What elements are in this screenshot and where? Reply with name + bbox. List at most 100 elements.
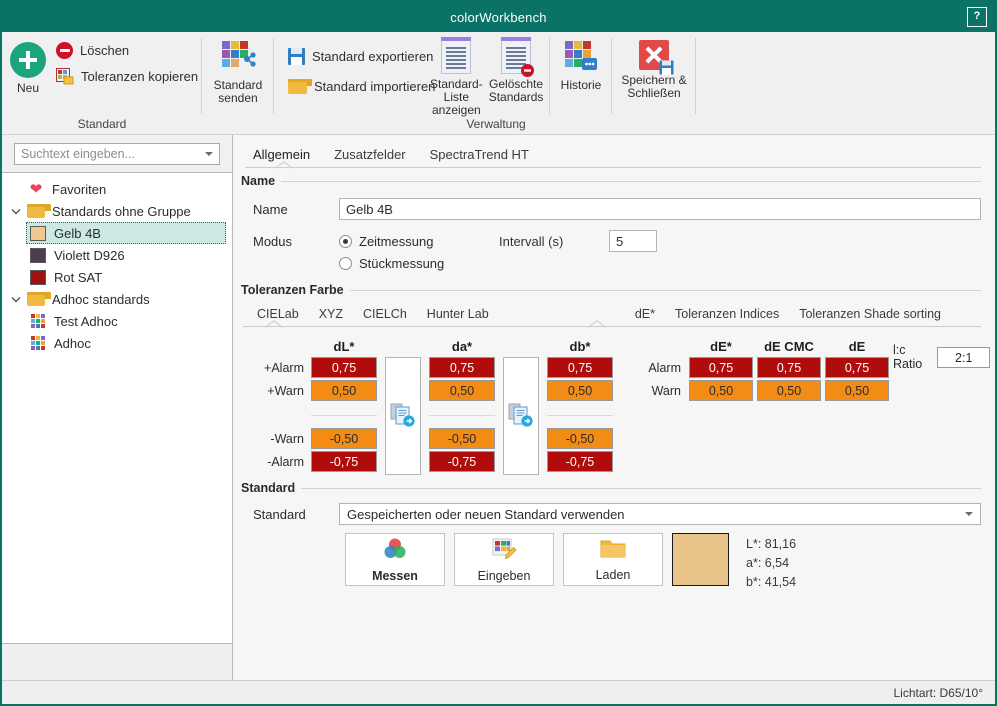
enter-values-button[interactable]: Eingeben <box>454 533 554 586</box>
radio-stueckmessung-label: Stückmessung <box>359 256 444 271</box>
radio-stueckmessung[interactable]: Stückmessung <box>339 256 444 271</box>
tree-item-label: Adhoc <box>54 336 91 351</box>
cell-db-minus-warn[interactable]: -0,50 <box>547 428 613 449</box>
ribbon-group-verwaltung-label: Verwaltung <box>422 117 550 134</box>
tolerance-column-db: db* 0,75 0,50 -0,50 -0,75 <box>547 337 613 474</box>
name-label: Name <box>247 202 339 217</box>
cell-de-star-alarm[interactable]: 0,75 <box>689 357 753 378</box>
column-header-de-cmc: dE CMC <box>757 337 821 357</box>
column-header-de: dE <box>825 337 889 357</box>
subtab-xyz[interactable]: XYZ <box>309 305 353 326</box>
cell-db-plus-alarm[interactable]: 0,75 <box>547 357 613 378</box>
name-input[interactable] <box>339 198 981 220</box>
new-standard-button[interactable]: Neu <box>8 38 48 95</box>
tree-item-gelb-4b[interactable]: Gelb 4B <box>26 222 226 244</box>
twisty-expanded-icon[interactable] <box>6 296 26 303</box>
send-standard-button[interactable]: Standard senden <box>208 36 268 105</box>
copy-tolerances-button[interactable]: Toleranzen kopieren <box>56 68 198 85</box>
cell-db-plus-warn[interactable]: 0,50 <box>547 380 613 401</box>
intervall-input[interactable] <box>609 230 657 252</box>
tree-item-violett-d926[interactable]: Violett D926 <box>2 244 232 266</box>
measure-button[interactable]: Messen <box>345 533 445 586</box>
import-folder-icon <box>288 79 307 94</box>
copy-to-next-icon <box>508 402 534 431</box>
subtab-toleranzen-shade-sorting[interactable]: Toleranzen Shade sorting <box>789 305 951 326</box>
tree-item-adhoc[interactable]: Adhoc <box>2 332 232 354</box>
cell-de-warn[interactable]: 0,50 <box>825 380 889 401</box>
tolerance-grids: +Alarm +Warn -Warn -Alarm dL* 0,75 0,5 <box>243 327 981 475</box>
export-standard-button[interactable]: Standard exportieren <box>288 48 435 65</box>
lc-ratio-input[interactable]: 2:1 <box>937 347 990 368</box>
tolerance-column-da: da* 0,75 0,50 -0,50 -0,75 <box>429 337 495 474</box>
cell-dl-minus-alarm[interactable]: -0,75 <box>311 451 377 472</box>
cell-dl-plus-warn[interactable]: 0,50 <box>311 380 377 401</box>
cell-de-cmc-alarm[interactable]: 0,75 <box>757 357 821 378</box>
intervall-label: Intervall (s) <box>499 234 609 249</box>
row-label-alarm: Alarm <box>641 357 689 380</box>
cell-dl-plus-alarm[interactable]: 0,75 <box>311 357 377 378</box>
ribbon-group-standard-label: Standard <box>2 117 202 134</box>
enter-values-label: Eingeben <box>478 569 531 583</box>
cell-db-minus-alarm[interactable]: -0,75 <box>547 451 613 472</box>
chevron-down-icon[interactable] <box>965 512 973 516</box>
search-input[interactable] <box>21 147 201 161</box>
row-label-minus-warn: -Warn <box>259 428 311 451</box>
cell-da-minus-warn[interactable]: -0,50 <box>429 428 495 449</box>
radio-zeitmessung[interactable]: Zeitmessung <box>339 234 499 249</box>
de-tolerance-grid: Alarm Warn dE* 0,75 0,50 <box>641 337 995 475</box>
tree-item-adhoc-standards[interactable]: Adhoc standards <box>2 288 232 310</box>
row-label-warn: Warn <box>641 380 689 403</box>
send-standard-label-2: senden <box>218 91 257 105</box>
tolerance-column-de-star: dE* 0,75 0,50 <box>689 337 753 403</box>
measure-icon <box>382 537 408 564</box>
copy-dl-to-da-wrap <box>377 337 429 475</box>
copy-dl-to-da-button[interactable] <box>385 357 421 475</box>
cell-da-minus-alarm[interactable]: -0,75 <box>429 451 495 472</box>
ribbon-group-importexport: Standard exportieren Standard importiere… <box>274 32 422 134</box>
deleted-badge-icon <box>520 63 535 78</box>
group-standard-title: Standard <box>241 481 295 495</box>
color-swatch-icon <box>28 248 48 263</box>
tab-spectratrend-ht[interactable]: SpectraTrend HT <box>418 145 541 167</box>
deleted-standards-label-1: Gelöschte <box>489 77 543 91</box>
search-box[interactable] <box>14 143 220 165</box>
folder-icon <box>26 204 46 218</box>
divider <box>350 290 981 291</box>
subtab-de[interactable]: dE* <box>625 305 665 326</box>
show-standard-list-button[interactable]: Standard-Liste anzeigen <box>428 36 485 117</box>
heart-icon: ❤ <box>26 182 46 197</box>
deleted-standards-button[interactable]: Gelöschte Standards <box>487 36 546 104</box>
save-and-close-button[interactable]: Speichern & Schließen <box>619 36 689 100</box>
tree-item-favoriten[interactable]: ❤ Favoriten <box>2 178 232 200</box>
tree-item-standards-ohne-gruppe[interactable]: Standards ohne Gruppe <box>2 200 232 222</box>
chevron-down-icon[interactable] <box>205 152 213 156</box>
cell-dl-minus-warn[interactable]: -0,50 <box>311 428 377 449</box>
standard-combobox[interactable]: Gespeicherten oder neuen Standard verwen… <box>339 503 981 525</box>
export-save-icon <box>288 48 305 65</box>
cell-de-alarm[interactable]: 0,75 <box>825 357 889 378</box>
help-icon[interactable]: ? <box>967 7 987 27</box>
delete-standard-button[interactable]: Löschen <box>56 42 198 59</box>
modus-row-2: Stückmessung <box>247 256 981 271</box>
adhoc-grid-icon <box>28 314 48 329</box>
import-standard-button[interactable]: Standard importieren <box>288 79 435 94</box>
twisty-expanded-icon[interactable] <box>6 208 26 215</box>
history-button[interactable]: Historie <box>556 36 606 92</box>
cell-de-cmc-warn[interactable]: 0,50 <box>757 380 821 401</box>
copy-to-next-icon <box>390 402 416 431</box>
subtab-toleranzen-indices[interactable]: Toleranzen Indices <box>665 305 789 326</box>
load-button[interactable]: Laden <box>563 533 663 586</box>
tree-item-rot-sat[interactable]: Rot SAT <box>2 266 232 288</box>
status-bar: Lichtart: D65/10° <box>2 680 995 704</box>
tree-item-test-adhoc[interactable]: Test Adhoc <box>2 310 232 332</box>
lab-value-l: L*: 81,16 <box>746 535 796 554</box>
cell-da-plus-warn[interactable]: 0,50 <box>429 380 495 401</box>
cell-da-plus-alarm[interactable]: 0,75 <box>429 357 495 378</box>
cell-de-star-warn[interactable]: 0,50 <box>689 380 753 401</box>
standard-combo-row: Standard Gespeicherten oder neuen Standa… <box>247 503 981 525</box>
lab-value-b: b*: 41,54 <box>746 573 796 592</box>
subtab-hunter-lab[interactable]: Hunter Lab <box>417 305 499 326</box>
tab-zusatzfelder[interactable]: Zusatzfelder <box>322 145 418 167</box>
copy-da-to-db-button[interactable] <box>503 357 539 475</box>
subtab-cielch[interactable]: CIELCh <box>353 305 417 326</box>
